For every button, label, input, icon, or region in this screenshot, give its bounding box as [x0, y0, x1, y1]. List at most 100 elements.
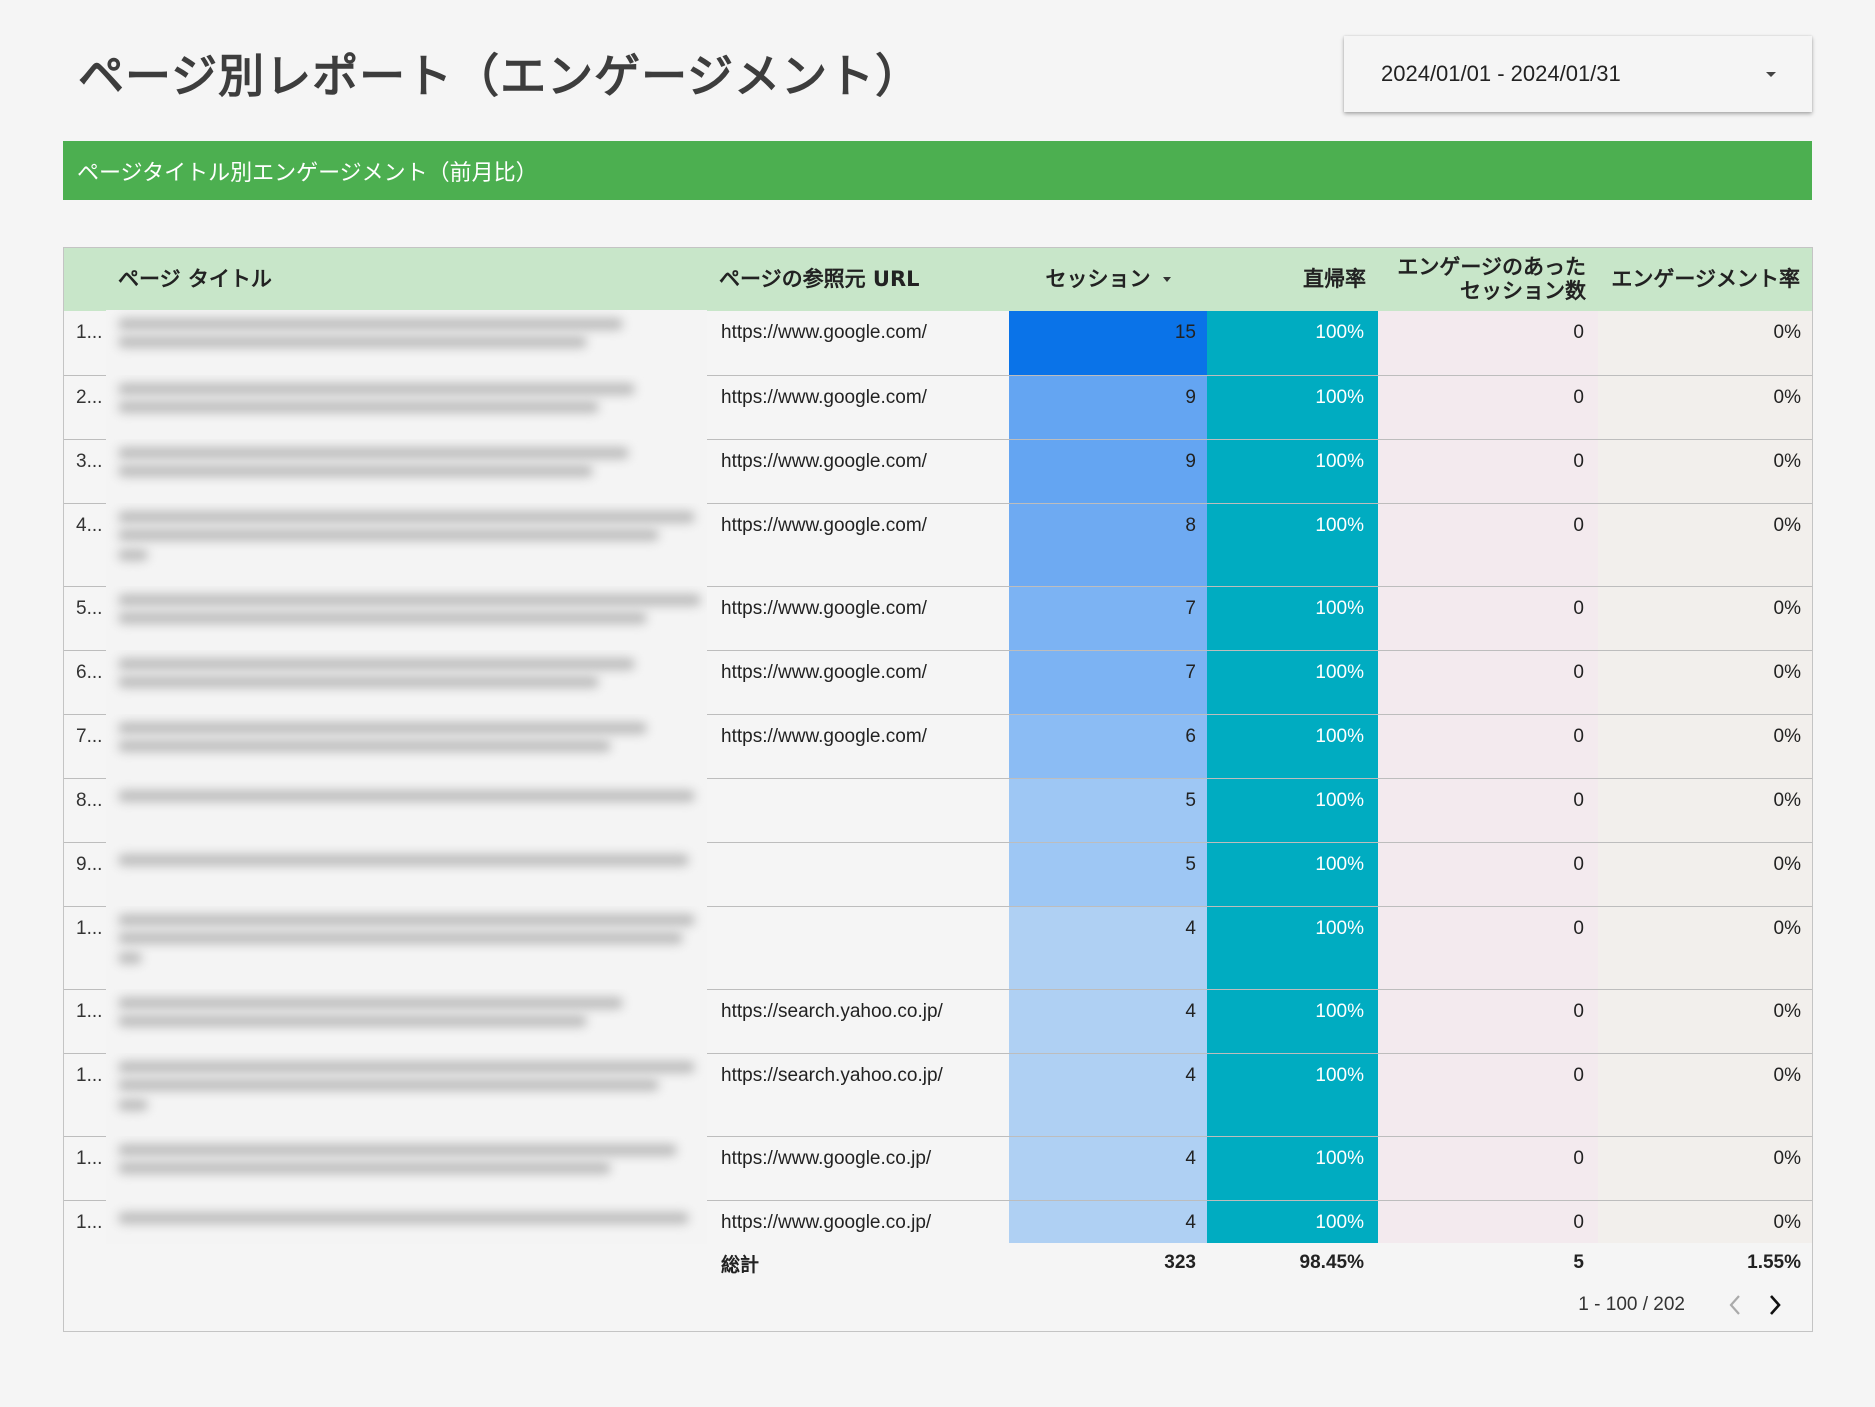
row-index: 5... — [64, 586, 106, 651]
page-title: ページ別レポート（エンゲージメント） — [78, 49, 923, 103]
redacted-title — [106, 841, 707, 907]
sessions-cell: 7 — [1009, 650, 1207, 715]
redacted-title — [106, 905, 707, 990]
date-range-picker[interactable]: 2024/01/01 - 2024/01/31 — [1344, 36, 1812, 112]
header-engaged-sessions[interactable]: エンゲージのあったセッション数 — [1378, 248, 1598, 311]
row-index: 9... — [64, 842, 106, 907]
redacted-text-line — [118, 1060, 695, 1073]
engaged-sessions-cell: 0 — [1378, 1200, 1598, 1243]
engagement-rate-cell: 0% — [1598, 778, 1812, 843]
redacted-title — [106, 585, 707, 651]
totals-spacer — [106, 1243, 707, 1283]
header-sessions[interactable]: セッション — [1009, 248, 1207, 311]
page-title-cell — [106, 585, 707, 651]
totals-label: 総計 — [721, 1254, 760, 1276]
page-title-cell — [106, 310, 707, 376]
engaged-sessions-cell: 0 — [1378, 989, 1598, 1054]
table-row[interactable]: 7... https://www.google.com/6 100% 0 0% — [64, 713, 1812, 779]
table-row[interactable]: 8... 5 100% 0 0% — [64, 777, 1812, 843]
engagement-rate-cell: 0% — [1598, 906, 1812, 990]
engaged-sessions-cell: 0 — [1378, 714, 1598, 779]
bounce-rate-cell: 100% — [1207, 503, 1378, 587]
header-referrer-url[interactable]: ページの参照元 URL — [707, 248, 1009, 311]
table-row[interactable]: 1... https://www.google.co.jp/4 100% 0 0% — [64, 1135, 1812, 1201]
table-row[interactable]: 1... https://search.yahoo.co.jp/4 100% 0 0% — [64, 988, 1812, 1054]
redacted-text-line — [118, 1143, 677, 1156]
header-bounce-rate[interactable]: 直帰率 — [1207, 248, 1378, 311]
redacted-text-line — [118, 913, 695, 926]
bounce-rate-cell: 100% — [1207, 1200, 1378, 1243]
engaged-sessions-cell: 0 — [1378, 311, 1598, 376]
redacted-text-line — [118, 1098, 149, 1111]
redacted-text-line — [118, 853, 689, 866]
pagination-range: 1 - 100 / 202 — [1578, 1294, 1685, 1315]
table-row[interactable]: 1... https://search.yahoo.co.jp/4 100% 0 0% — [64, 1052, 1812, 1137]
engagement-rate-cell: 0% — [1598, 503, 1812, 587]
header-engagement-rate[interactable]: エンゲージメント率 — [1598, 248, 1812, 311]
table-row[interactable]: 9... 5 100% 0 0% — [64, 841, 1812, 907]
chevron-left-icon[interactable] — [1715, 1285, 1755, 1325]
engagement-rate-cell: 0% — [1598, 714, 1812, 779]
engagement-rate-cell: 0% — [1598, 1053, 1812, 1137]
page-title-cell — [106, 988, 707, 1054]
table-body: 1... https://www.google.com/15 100% 0 0% 2...… — [64, 310, 1812, 1244]
redacted-text-line — [118, 996, 623, 1009]
sort-desc-icon — [1162, 277, 1171, 283]
engaged-sessions-cell: 0 — [1378, 1136, 1598, 1201]
referrer-url-cell: https://www.google.com/ — [707, 311, 1009, 376]
engagement-rate-cell: 0% — [1598, 989, 1812, 1054]
table-row[interactable]: 1... https://www.google.com/15 100% 0 0% — [64, 310, 1812, 376]
row-index: 4... — [64, 503, 106, 587]
redacted-text-line — [118, 382, 635, 395]
pagination: 1 - 100 / 202 — [1578, 1285, 1795, 1325]
redacted-text-line — [118, 789, 695, 802]
engagement-rate-cell: 0% — [1598, 1136, 1812, 1201]
page-title-cell — [106, 649, 707, 715]
sessions-cell: 4 — [1009, 1136, 1207, 1201]
table-row[interactable]: 2... https://www.google.com/9 100% 0 0% — [64, 374, 1812, 440]
engaged-sessions-cell: 0 — [1378, 375, 1598, 440]
bounce-rate-cell: 100% — [1207, 650, 1378, 715]
data-table: ページ タイトル ページの参照元 URL セッション 直帰率 エンゲージのあった… — [64, 248, 1812, 1283]
table-row[interactable]: 3... https://www.google.com/9 100% 0 0% — [64, 438, 1812, 504]
sessions-cell: 5 — [1009, 778, 1207, 843]
header-sessions-label: セッション — [1045, 266, 1151, 291]
totals-engagement-rate: 1.55% — [1747, 1252, 1801, 1273]
row-index: 1... — [76, 1211, 103, 1233]
table-header-row: ページ タイトル ページの参照元 URL セッション 直帰率 エンゲージのあった… — [64, 248, 1812, 311]
table-row[interactable]: 4... https://www.google.com/8 100% 0 0% — [64, 502, 1812, 587]
table-row[interactable]: 1... https://www.google.co.jp/4 100% 0 0% — [64, 1199, 1812, 1244]
redacted-text-line — [118, 510, 695, 523]
referrer-url-cell — [707, 778, 1009, 843]
section-title: ページタイトル別エンゲージメント（前月比） — [77, 160, 538, 186]
redacted-title — [106, 649, 707, 715]
redacted-title — [106, 777, 707, 843]
engagement-rate-cell: 0% — [1598, 650, 1812, 715]
row-index: 1... — [64, 906, 106, 990]
redacted-text-line — [118, 657, 635, 670]
engaged-sessions-cell: 0 — [1378, 586, 1598, 651]
row-index: 1... — [64, 311, 106, 376]
bounce-rate-cell: 100% — [1207, 311, 1378, 376]
bounce-rate-cell: 100% — [1207, 714, 1378, 779]
chevron-right-icon[interactable] — [1755, 1285, 1795, 1325]
bounce-rate-cell: 100% — [1207, 778, 1378, 843]
page-title-cell — [106, 1199, 707, 1244]
redacted-text-line — [118, 721, 647, 734]
bounce-rate-cell: 100% — [1207, 439, 1378, 504]
engagement-rate-cell: 0% — [1598, 375, 1812, 440]
table-row[interactable]: 1... 4 100% 0 0% — [64, 905, 1812, 990]
table-row[interactable]: 6... https://www.google.com/7 100% 0 0% — [64, 649, 1812, 715]
page-title-cell — [106, 905, 707, 990]
redacted-text-line — [118, 400, 599, 413]
engagement-rate-cell: 0% — [1598, 311, 1812, 376]
table-row[interactable]: 5... https://www.google.com/7 100% 0 0% — [64, 585, 1812, 651]
redacted-text-line — [118, 611, 647, 624]
engaged-sessions-cell: 0 — [1378, 650, 1598, 715]
referrer-url-cell: https://www.google.com/ — [707, 503, 1009, 587]
redacted-text-line — [118, 464, 593, 477]
header-page-title[interactable]: ページ タイトル — [106, 248, 707, 311]
totals-engaged-sessions: 5 — [1573, 1252, 1584, 1273]
redacted-text-line — [118, 593, 701, 606]
page-title-cell — [106, 713, 707, 779]
